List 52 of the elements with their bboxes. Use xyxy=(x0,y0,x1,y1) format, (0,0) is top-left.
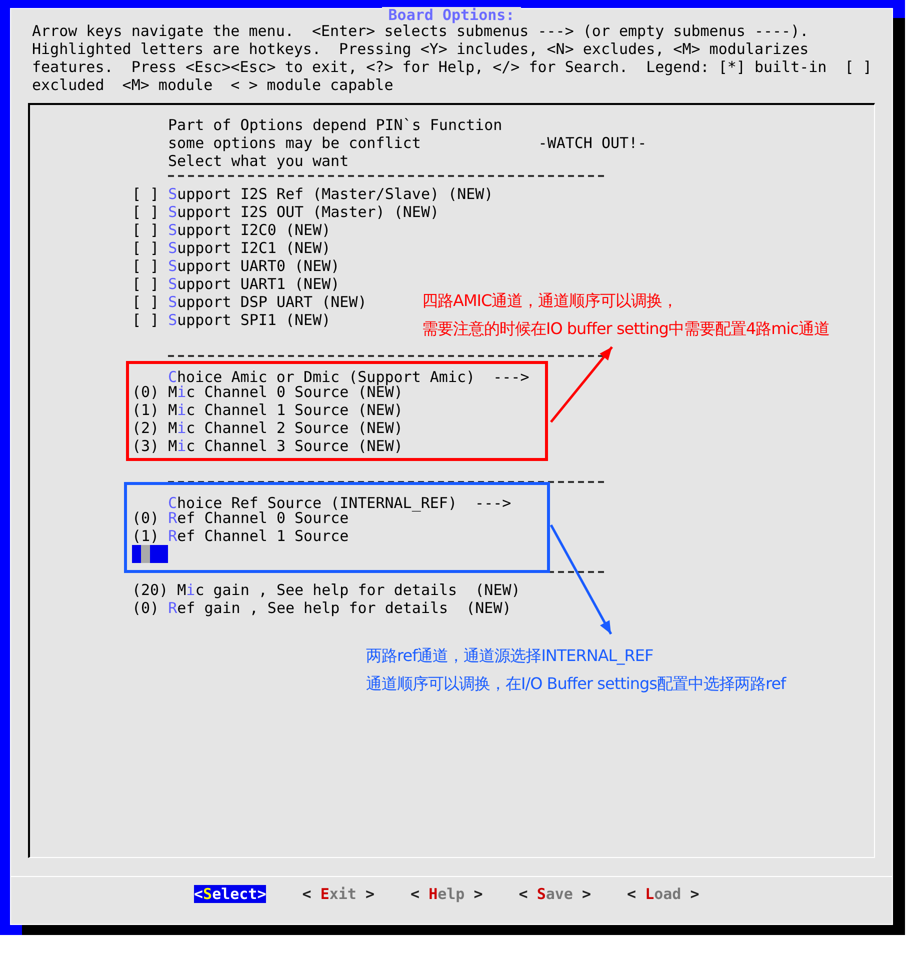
menu-option[interactable]: Ref Channel 1 Source xyxy=(168,527,349,545)
menu-option[interactable]: Support SPI1 (NEW) xyxy=(168,311,331,329)
dialog-button[interactable]: < Load > xyxy=(627,885,700,903)
menu-option[interactable]: Support I2S OUT (Master) (NEW) xyxy=(168,203,440,221)
dialog-button[interactable]: < Exit > xyxy=(302,885,374,903)
selected-row-highlight[interactable] xyxy=(132,545,168,563)
menu-comment: Select what you want xyxy=(168,152,349,170)
option-value: (1) xyxy=(132,527,160,545)
dialog-title: Board Options: xyxy=(382,7,521,23)
checkbox[interactable]: [ ] xyxy=(132,257,160,275)
option-value: (0) xyxy=(132,509,160,527)
menu-comment: some options may be conflict -WATCH OUT!- xyxy=(168,134,647,152)
menu-option[interactable]: Support UART1 (NEW) xyxy=(168,275,340,293)
checkbox[interactable]: [ ] xyxy=(132,203,160,221)
menu-option[interactable]: Support I2C0 (NEW) xyxy=(168,221,331,239)
menu-option[interactable]: Support I2S Ref (Master/Slave) (NEW) xyxy=(168,185,494,203)
menu-option[interactable]: Mic Channel 3 Source (NEW) xyxy=(168,437,403,455)
option-value: (0) xyxy=(132,383,160,401)
menu-option[interactable]: Support UART0 (NEW) xyxy=(168,257,340,275)
checkbox[interactable]: [ ] xyxy=(132,275,160,293)
menu-option[interactable]: Mic gain , See help for details (NEW) xyxy=(177,581,520,599)
checkbox[interactable]: [ ] xyxy=(132,293,160,311)
menu-option[interactable]: Support DSP UART (NEW) xyxy=(168,293,367,311)
option-value: (2) xyxy=(132,419,160,437)
checkbox[interactable]: [ ] xyxy=(132,311,160,329)
dialog-button[interactable]: < Help > xyxy=(410,885,483,903)
option-value: (1) xyxy=(132,401,160,419)
annotation-note: 通道顺序可以调换，在I/O Buffer settings配置中选择两路ref xyxy=(366,673,786,695)
menu-option[interactable]: Mic Channel 2 Source (NEW) xyxy=(168,419,403,437)
help-text: Highlighted letters are hotkeys. Pressing <Y> includes, <N> excludes, <M> modularizes xyxy=(32,40,810,58)
checkbox[interactable]: [ ] xyxy=(132,221,160,239)
annotation-note: 两路ref通道，通道源选择INTERNAL_REF xyxy=(366,645,654,667)
dialog-button[interactable]: < Save > xyxy=(518,885,591,903)
help-text: Arrow keys navigate the menu. <Enter> selects submenus ---> (or empty submenus ----). xyxy=(32,22,810,40)
menu-option[interactable]: Mic Channel 1 Source (NEW) xyxy=(168,401,403,419)
submenu-option[interactable]: Choice Amic or Dmic (Support Amic) ---> xyxy=(168,368,530,386)
menu-option[interactable]: Ref Channel 0 Source xyxy=(168,509,349,527)
option-value: (3) xyxy=(132,437,160,455)
annotation-note: 需要注意的时候在IO buffer setting中需要配置4路mic通道 xyxy=(422,318,830,340)
option-value: (20) xyxy=(132,581,168,599)
help-text: features. Press <Esc><Esc> to exit, <?> for Help, </> for Search. Legend: [*] built-in [ ] xyxy=(32,58,873,76)
submenu-option[interactable]: Choice Ref Source (INTERNAL_REF) ---> xyxy=(168,494,512,512)
annotation-note: 四路AMIC通道，通道顺序可以调换， xyxy=(422,290,679,312)
checkbox[interactable]: [ ] xyxy=(132,185,160,203)
option-value: (0) xyxy=(132,599,160,617)
cursor-icon xyxy=(141,545,150,563)
menu-option[interactable]: Support I2C1 (NEW) xyxy=(168,239,331,257)
help-text: excluded <M> module < > module capable xyxy=(32,76,394,94)
menu-comment: Part of Options depend PIN`s Function xyxy=(168,116,502,134)
checkbox[interactable]: [ ] xyxy=(132,239,160,257)
menu-option[interactable]: Ref gain , See help for details (NEW) xyxy=(168,599,512,617)
dialog-button[interactable]: <Select> xyxy=(194,885,266,903)
